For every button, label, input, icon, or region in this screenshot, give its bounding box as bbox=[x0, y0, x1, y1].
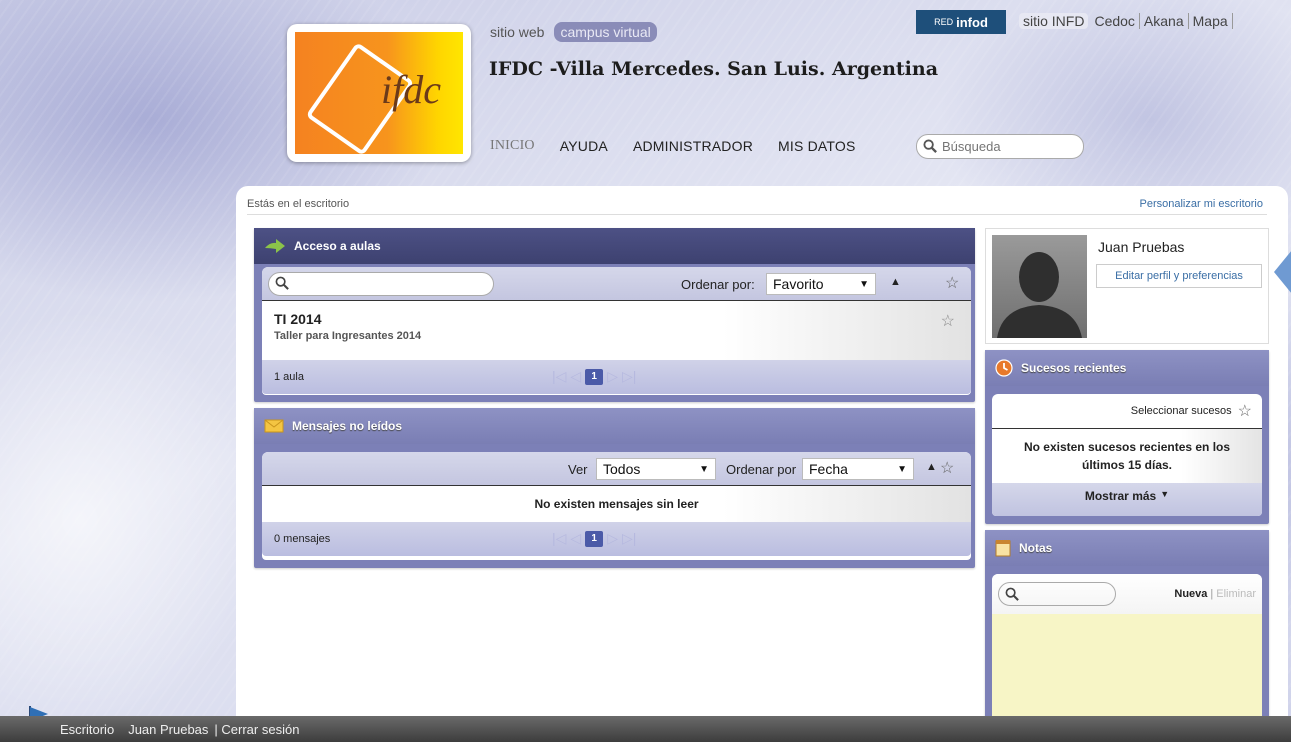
aulas-order-label: Ordenar por: bbox=[681, 277, 755, 292]
avatar[interactable] bbox=[992, 235, 1087, 338]
nav-mis-datos[interactable]: MIS DATOS bbox=[778, 138, 856, 154]
profile-card: Juan Pruebas Editar perfil y preferencia… bbox=[985, 228, 1269, 344]
notas-box: Nueva | Eliminar bbox=[992, 574, 1262, 720]
sucesos-header: Sucesos recientes bbox=[985, 350, 1269, 386]
star-icon[interactable]: ☆ bbox=[945, 273, 959, 293]
ver-label: Ver bbox=[568, 462, 588, 477]
user-silhouette-icon bbox=[997, 252, 1082, 338]
top-links: sitio INFD Cedoc Akana Mapa bbox=[1019, 13, 1233, 29]
sucesos-title: Sucesos recientes bbox=[1021, 361, 1127, 375]
sort-asc-icon[interactable]: ▲ bbox=[926, 461, 937, 473]
bottom-bar: Escritorio Juan Pruebas | Cerrar sesión bbox=[0, 716, 1291, 742]
mensajes-header: Mensajes no leídos bbox=[254, 408, 975, 444]
current-page[interactable]: 1 bbox=[585, 530, 604, 547]
arrow-right-icon bbox=[265, 239, 285, 253]
delete-note-link[interactable]: Eliminar bbox=[1216, 588, 1256, 600]
next-page-icon[interactable]: ▷ bbox=[607, 530, 618, 547]
aulas-box: Ordenar por: Favorito ▼ ▲ ☆ TI 2014 Talle… bbox=[262, 267, 971, 395]
main-nav: INICIO AYUDA ADMINISTRADOR MIS DATOS bbox=[490, 138, 856, 154]
show-more-button[interactable]: Mostrar más ▼ bbox=[992, 483, 1262, 516]
mensajes-empty: No existen mensajes sin leer bbox=[262, 486, 971, 522]
search-icon bbox=[1005, 587, 1019, 601]
site-web-link[interactable]: sitio web bbox=[484, 22, 550, 42]
next-page-icon[interactable]: ▷ bbox=[607, 368, 618, 385]
mensajes-count: 0 mensajes bbox=[274, 533, 331, 545]
aulas-header: Acceso a aulas bbox=[254, 228, 975, 264]
new-note-link[interactable]: Nueva bbox=[1174, 588, 1207, 600]
site-search bbox=[916, 134, 1084, 159]
notas-title: Notas bbox=[1019, 541, 1053, 555]
profile-name: Juan Pruebas bbox=[1098, 239, 1185, 255]
aulas-title: Acceso a aulas bbox=[294, 239, 381, 253]
search-icon bbox=[275, 276, 289, 290]
envelope-icon bbox=[264, 419, 284, 433]
aulas-count: 1 aula bbox=[274, 371, 304, 383]
prev-page-icon[interactable]: ◁ bbox=[570, 368, 581, 385]
institution-logo[interactable]: ifdc bbox=[287, 24, 471, 162]
link-sitio-infd[interactable]: sitio INFD bbox=[1019, 13, 1089, 29]
ver-select[interactable]: Todos ▼ bbox=[596, 458, 716, 480]
aulas-search-input[interactable] bbox=[268, 271, 494, 296]
mensajes-box: Ver Todos ▼ Ordenar por Fecha ▼ ▲ ☆ No exi… bbox=[262, 452, 971, 560]
last-page-icon[interactable]: ▷| bbox=[622, 530, 636, 547]
site-search-input[interactable] bbox=[942, 139, 1072, 154]
aulas-toolbar: Ordenar por: Favorito ▼ ▲ ☆ bbox=[262, 267, 971, 301]
sucesos-empty: No existen sucesos recientes en los últi… bbox=[992, 429, 1262, 483]
link-cedoc[interactable]: Cedoc bbox=[1090, 13, 1140, 29]
breadcrumb: Estás en el escritorio bbox=[247, 198, 350, 210]
mensajes-order-select[interactable]: Fecha ▼ bbox=[802, 458, 914, 480]
divider bbox=[247, 214, 1267, 215]
star-icon[interactable]: ☆ bbox=[940, 458, 954, 478]
mensajes-title: Mensajes no leídos bbox=[292, 419, 403, 433]
pagination: |◁ ◁ 1 ▷ ▷| bbox=[552, 530, 636, 547]
edit-profile-button[interactable]: Editar perfil y preferencias bbox=[1096, 264, 1262, 288]
link-mapa[interactable]: Mapa bbox=[1189, 13, 1233, 29]
link-akana[interactable]: Akana bbox=[1140, 13, 1189, 29]
red-infod-logo[interactable]: RED infod bbox=[916, 10, 1006, 34]
notepad-icon bbox=[995, 540, 1011, 557]
clock-icon bbox=[995, 359, 1013, 377]
pagination: |◁ ◁ 1 ▷ ▷| bbox=[552, 368, 636, 385]
chevron-down-icon: ▼ bbox=[1160, 489, 1170, 499]
aulas-panel: Acceso a aulas Ordenar por: Favorito ▼ ▲ … bbox=[254, 228, 975, 402]
site-title: IFDC -Villa Mercedes. San Luis. Argentin… bbox=[489, 58, 939, 80]
notas-toolbar: Nueva | Eliminar bbox=[992, 574, 1262, 614]
sucesos-box: Seleccionar sucesos ☆ No existen sucesos… bbox=[992, 394, 1262, 516]
logout-link[interactable]: | Cerrar sesión bbox=[214, 722, 299, 737]
current-page[interactable]: 1 bbox=[585, 368, 604, 385]
sort-asc-icon[interactable]: ▲ bbox=[890, 276, 901, 288]
bottom-user-link[interactable]: Juan Pruebas bbox=[128, 722, 208, 737]
aula-subtitle: Taller para Ingresantes 2014 bbox=[274, 330, 422, 342]
aulas-order-select[interactable]: Favorito ▼ bbox=[766, 273, 876, 295]
aula-title[interactable]: TI 2014 bbox=[274, 311, 959, 327]
aulas-footer: 1 aula |◁ ◁ 1 ▷ ▷| bbox=[262, 360, 971, 394]
mensajes-order-label: Ordenar por bbox=[726, 462, 797, 477]
search-icon bbox=[923, 139, 937, 153]
campus-virtual-link[interactable]: campus virtual bbox=[554, 22, 657, 42]
mensajes-panel: Mensajes no leídos Ver Todos ▼ Ordenar po… bbox=[254, 408, 975, 568]
notas-header: Notas bbox=[985, 530, 1269, 566]
site-switch: sitio web campus virtual bbox=[484, 22, 657, 42]
nav-inicio[interactable]: INICIO bbox=[490, 138, 535, 154]
bottom-escritorio-link[interactable]: Escritorio bbox=[60, 722, 114, 737]
first-page-icon[interactable]: |◁ bbox=[552, 530, 566, 547]
nav-ayuda[interactable]: AYUDA bbox=[560, 138, 608, 154]
nav-administrador[interactable]: ADMINISTRADOR bbox=[633, 138, 753, 154]
last-page-icon[interactable]: ▷| bbox=[622, 368, 636, 385]
list-item[interactable]: TI 2014 Taller para Ingresantes 2014 ☆ bbox=[262, 301, 971, 360]
side-panel-toggle[interactable] bbox=[1274, 250, 1291, 294]
notas-search-input[interactable] bbox=[998, 582, 1116, 606]
sucesos-panel: Sucesos recientes Seleccionar sucesos ☆ … bbox=[985, 350, 1269, 524]
notes-area[interactable] bbox=[992, 614, 1262, 720]
mensajes-footer: 0 mensajes |◁ ◁ 1 ▷ ▷| bbox=[262, 522, 971, 556]
notas-panel: Notas Nueva | Eliminar bbox=[985, 530, 1269, 720]
personalize-desktop-link[interactable]: Personalizar mi escritorio bbox=[1140, 198, 1263, 210]
mensajes-toolbar: Ver Todos ▼ Ordenar por Fecha ▼ ▲ ☆ bbox=[262, 452, 971, 486]
first-page-icon[interactable]: |◁ bbox=[552, 368, 566, 385]
select-events-link[interactable]: Seleccionar sucesos bbox=[1131, 405, 1232, 417]
sucesos-toolbar: Seleccionar sucesos ☆ bbox=[992, 394, 1262, 429]
star-icon[interactable]: ☆ bbox=[1238, 401, 1252, 421]
prev-page-icon[interactable]: ◁ bbox=[570, 530, 581, 547]
star-icon[interactable]: ☆ bbox=[941, 311, 955, 331]
